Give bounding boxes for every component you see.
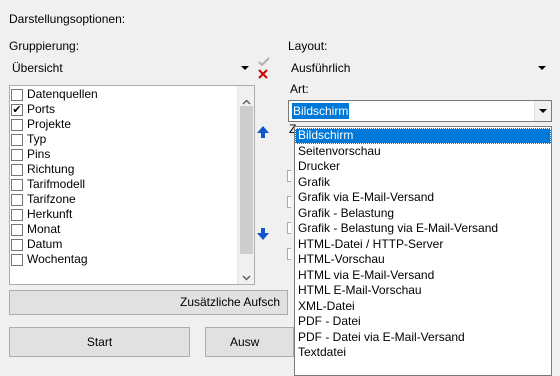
grouping-list-item[interactable]: Datenquellen: [10, 87, 234, 102]
grouping-item-label: Tarifmodell: [27, 177, 86, 191]
move-down-icon[interactable]: [257, 228, 269, 242]
art-option[interactable]: Bildschirm: [295, 128, 551, 144]
export-label: Ausw: [230, 335, 260, 349]
checkbox[interactable]: [11, 119, 23, 131]
scroll-thumb[interactable]: [240, 106, 253, 254]
check-icon[interactable]: [258, 56, 270, 68]
checkbox[interactable]: [11, 179, 23, 191]
art-dropdown-list[interactable]: Bildschirm Seitenvorschau Drucker Grafik Gra…: [294, 126, 552, 376]
art-combobox[interactable]: Bildschirm: [288, 100, 552, 122]
grouping-list-item[interactable]: Projekte: [10, 117, 234, 132]
partial-control: [287, 222, 291, 234]
start-label: Start: [86, 335, 113, 349]
art-option[interactable]: Grafik via E-Mail-Versand: [295, 190, 551, 206]
additional-options-button[interactable]: Zusätzliche Aufsch: [9, 290, 288, 315]
grouping-list-item[interactable]: Monat: [10, 222, 234, 237]
checkbox[interactable]: [11, 254, 23, 266]
art-option[interactable]: Seitenvorschau: [295, 144, 551, 160]
art-option[interactable]: Grafik - Belastung via E-Mail-Versand: [295, 221, 551, 237]
checkbox[interactable]: [11, 239, 23, 251]
delete-icon[interactable]: [258, 68, 270, 80]
start-button[interactable]: Start: [9, 327, 190, 357]
grouping-item-label: Typ: [27, 132, 47, 146]
layout-selected-value: Ausführlich: [291, 61, 351, 75]
partial-control: [287, 196, 291, 208]
art-option[interactable]: HTML E-Mail-Vorschau: [295, 283, 551, 299]
grouping-list-item[interactable]: Typ: [10, 132, 234, 147]
art-option[interactable]: PDF - Datei: [295, 314, 551, 330]
checkbox-checked[interactable]: ✔: [11, 104, 23, 116]
grouping-list-item[interactable]: Tarifzone: [10, 192, 234, 207]
checkbox[interactable]: [11, 209, 23, 221]
grouping-item-label: Monat: [27, 222, 61, 236]
partial-control: [287, 248, 291, 260]
grouping-list-item[interactable]: Datum: [10, 237, 234, 252]
layout-combobox[interactable]: Ausführlich: [288, 58, 550, 78]
grouping-item-label: Herkunft: [27, 207, 73, 221]
checkbox[interactable]: [11, 224, 23, 236]
art-option[interactable]: HTML-Datei / HTTP-Server: [295, 237, 551, 253]
grouping-scrollbar[interactable]: [237, 86, 254, 284]
grouping-item-label: Datum: [27, 237, 63, 251]
chevron-down-icon[interactable]: [538, 66, 546, 70]
grouping-item-label: Pins: [27, 147, 51, 161]
chevron-down-icon[interactable]: [539, 109, 547, 113]
checkbox[interactable]: [11, 164, 23, 176]
art-option[interactable]: PDF - Datei via E-Mail-Versand: [295, 330, 551, 346]
checkbox[interactable]: [11, 89, 23, 101]
move-up-icon[interactable]: [257, 126, 269, 140]
partial-control: [287, 170, 291, 182]
art-option[interactable]: Textdatei: [295, 345, 551, 361]
art-option[interactable]: XML-Datei: [295, 299, 551, 315]
grouping-item-label: Tarifzone: [27, 192, 76, 206]
art-selected-value: Bildschirm: [292, 103, 350, 119]
layout-label: Layout:: [288, 39, 328, 53]
grouping-list-item[interactable]: Wochentag: [10, 252, 234, 267]
checkbox[interactable]: [11, 149, 23, 161]
art-option[interactable]: HTML via E-Mail-Versand: [295, 268, 551, 284]
grouping-list-item[interactable]: Richtung: [10, 162, 234, 177]
additional-options-label: Zusätzliche Aufsch: [180, 295, 281, 309]
grouping-combobox[interactable]: Übersicht: [9, 58, 253, 78]
grouping-list-item[interactable]: ✔ Ports: [10, 102, 234, 117]
grouping-list-item[interactable]: Herkunft: [10, 207, 234, 222]
export-button[interactable]: Ausw: [205, 327, 294, 357]
grouping-list-item[interactable]: Tarifmodell: [10, 177, 234, 192]
grouping-items: Datenquellen ✔ Ports Projekte Typ Pins Richtun…: [10, 87, 234, 267]
art-option[interactable]: Grafik - Belastung: [295, 206, 551, 222]
art-label: Art:: [290, 82, 309, 96]
art-dropdown-button[interactable]: [534, 101, 551, 121]
checkbox[interactable]: [11, 194, 23, 206]
grouping-item-label: Datenquellen: [27, 87, 98, 101]
grouping-list-item[interactable]: Pins: [10, 147, 234, 162]
grouping-item-label: Richtung: [27, 162, 75, 176]
panel-title: Darstellungsoptionen:: [9, 12, 126, 26]
art-option[interactable]: HTML-Vorschau: [295, 252, 551, 268]
checkbox[interactable]: [11, 134, 23, 146]
grouping-label: Gruppierung:: [9, 39, 80, 53]
art-option[interactable]: Drucker: [295, 159, 551, 175]
grouping-selected-value: Übersicht: [12, 61, 63, 75]
art-option[interactable]: Grafik: [295, 175, 551, 191]
grouping-item-label: Ports: [27, 102, 56, 116]
grouping-item-label: Projekte: [27, 117, 72, 131]
grouping-list[interactable]: Datenquellen ✔ Ports Projekte Typ Pins Richtun…: [9, 85, 255, 285]
grouping-item-label: Wochentag: [27, 252, 88, 266]
scroll-down-icon[interactable]: [242, 270, 251, 284]
chevron-down-icon[interactable]: [241, 66, 249, 70]
